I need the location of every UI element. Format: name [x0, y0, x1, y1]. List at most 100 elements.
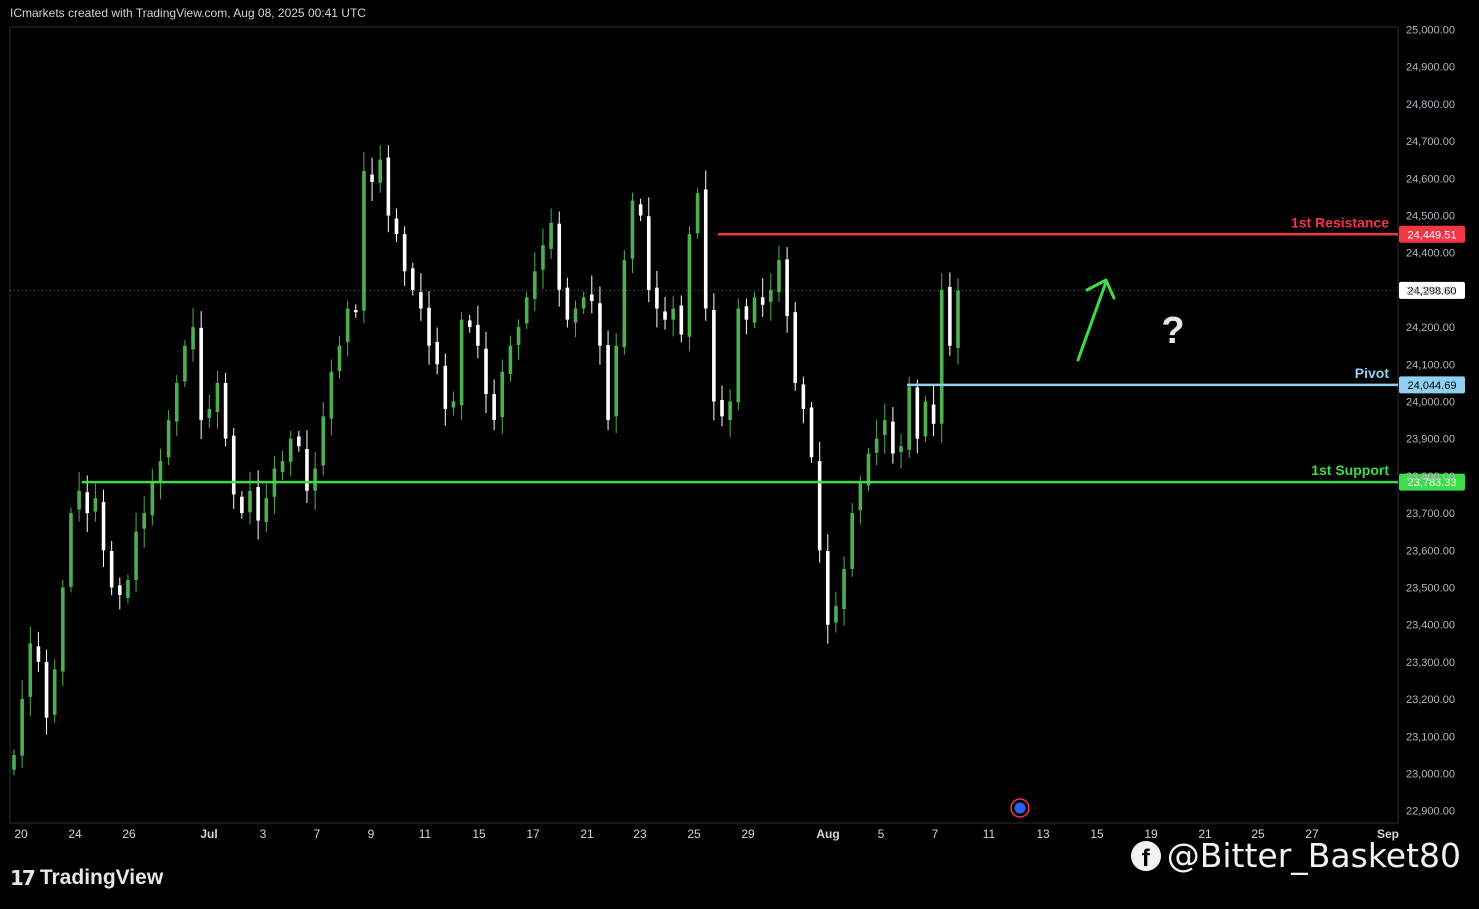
candle-body — [183, 345, 187, 382]
candle-body — [435, 341, 439, 365]
candle-body — [646, 216, 651, 290]
candle-body — [931, 404, 936, 424]
price-tick-label: 24,500.00 — [1406, 211, 1455, 223]
candle-body — [516, 327, 521, 345]
candle-body — [52, 669, 57, 715]
candle-body — [126, 580, 130, 598]
candle-body — [427, 307, 431, 346]
candle-body — [36, 646, 41, 662]
time-tick-label: 3 — [260, 827, 267, 841]
candle-body — [589, 294, 594, 302]
candle-body — [191, 327, 195, 350]
price-tick-label: 24,700.00 — [1406, 136, 1455, 148]
candle-body — [622, 260, 627, 348]
candle-body — [703, 189, 708, 309]
candle-body — [150, 483, 155, 516]
candle-body — [44, 661, 49, 718]
candle-body — [158, 461, 163, 483]
candle-body — [606, 344, 610, 421]
price-tick-label: 23,000.00 — [1406, 769, 1455, 781]
candle-body — [329, 371, 334, 419]
price-tick-label: 24,100.00 — [1406, 359, 1455, 371]
candle-body — [842, 568, 846, 610]
candle-body — [345, 308, 350, 342]
candle-body — [508, 345, 513, 374]
candle-body — [679, 305, 684, 335]
candle-body — [598, 303, 602, 346]
candle-body — [777, 260, 781, 293]
pivot-price-value: 24,044.69 — [1408, 380, 1457, 392]
price-tick-label: 22,900.00 — [1406, 806, 1455, 818]
price-tick-label: 23,400.00 — [1406, 620, 1455, 632]
candle-body — [305, 449, 309, 491]
candle-body — [834, 606, 838, 623]
candle-body — [907, 386, 911, 450]
watermark-text: @Bitter_Basket80 — [1166, 836, 1461, 875]
candle-body — [549, 222, 553, 249]
candle-body — [630, 200, 635, 259]
candle-body — [476, 324, 480, 346]
event-marker-dot-icon — [1014, 802, 1026, 814]
candle-body — [663, 311, 667, 320]
price-tick-label: 24,000.00 — [1406, 397, 1455, 409]
candle-body — [20, 699, 24, 756]
candle-body — [581, 297, 586, 309]
time-tick-label: 7 — [932, 827, 939, 841]
candle-body — [101, 501, 106, 551]
candle-body — [500, 371, 505, 418]
candle-body — [61, 587, 65, 672]
price-chart[interactable]: 1st Resistance 24,449.51 Pivot 24,044.69 1st… — [0, 0, 1479, 909]
price-tick-label: 24,400.00 — [1406, 248, 1455, 260]
candle-body — [69, 513, 73, 587]
candle-body — [207, 408, 212, 418]
candle-body — [166, 420, 171, 458]
candle-body — [923, 401, 928, 437]
time-tick-label: 25 — [687, 827, 701, 841]
time-tick-label: Jul — [200, 827, 217, 841]
candle-body — [240, 496, 244, 514]
candle-body — [874, 438, 879, 453]
price-tick-label: 24,600.00 — [1406, 173, 1455, 185]
candle-body — [248, 490, 252, 513]
price-tick-label: 24,200.00 — [1406, 322, 1455, 334]
candle-body — [134, 531, 138, 581]
time-tick-label: 9 — [368, 827, 375, 841]
time-tick-label: 11 — [983, 827, 996, 841]
candle-body — [362, 170, 366, 311]
candle-body — [215, 382, 220, 412]
candle-body — [752, 297, 757, 323]
candle-body — [410, 268, 415, 290]
price-tick-label: 23,500.00 — [1406, 583, 1455, 595]
candle-body — [93, 498, 98, 512]
candle-body — [370, 174, 374, 183]
candle-body — [785, 259, 789, 316]
candle-body — [793, 312, 798, 383]
candle-body — [321, 416, 326, 466]
candle-body — [419, 292, 423, 309]
price-axis[interactable]: 25,000.00 24,900.00 24,800.00 24,700.00 24,6… — [1406, 25, 1455, 818]
price-tick-label: 23,200.00 — [1406, 694, 1455, 706]
price-tick-label: 23,100.00 — [1406, 731, 1455, 743]
candle-body — [760, 297, 765, 305]
price-tick-label: 23,300.00 — [1406, 657, 1455, 669]
candle-body — [85, 492, 90, 514]
candle-body — [288, 438, 293, 462]
tradingview-logo[interactable]: 17 TradingView — [10, 866, 163, 890]
question-mark: ? — [1161, 310, 1184, 352]
candle-body — [891, 421, 895, 454]
time-tick-label: 5 — [878, 827, 885, 841]
candle-body — [142, 513, 147, 529]
1st-resistance-price-value: 24,449.51 — [1408, 229, 1457, 241]
candle-body — [28, 643, 33, 697]
candle-body — [337, 345, 342, 371]
candle-body — [231, 435, 236, 495]
candle-body — [801, 384, 806, 409]
1st-resistance-label: 1st Resistance — [1291, 214, 1389, 230]
candle-body — [614, 345, 619, 417]
tradingview-logo-text: TradingView — [39, 866, 164, 889]
candle-body — [77, 490, 81, 510]
candle-body — [850, 513, 855, 569]
candle-body — [858, 483, 863, 511]
price-tick-label: 23,700.00 — [1406, 508, 1455, 520]
facebook-icon: f — [1130, 840, 1161, 871]
